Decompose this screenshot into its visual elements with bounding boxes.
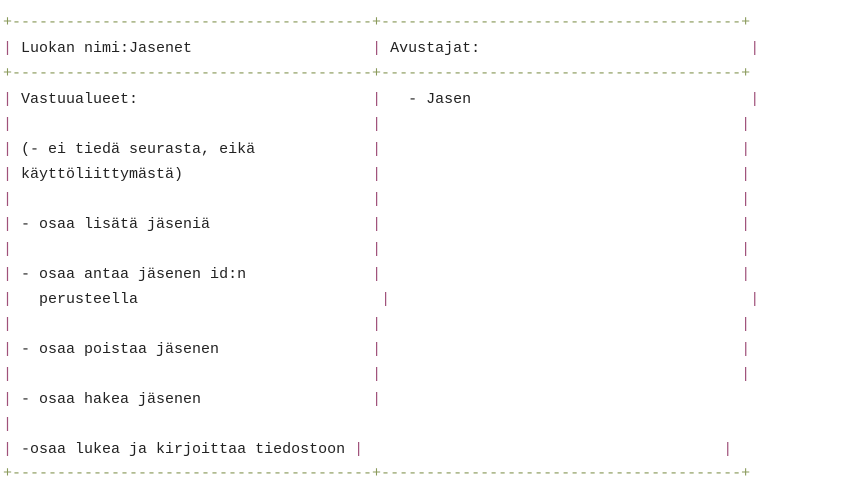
- blank-row: | | |: [3, 116, 751, 133]
- bottom-border: +---------------------------------------…: [3, 465, 751, 482]
- blank-row: | | |: [3, 191, 751, 208]
- header-separator: +---------------------------------------…: [3, 65, 751, 82]
- collaborators-label: Avustajat:: [390, 40, 481, 57]
- responsibility-text: - osaa lisätä jäseniä: [21, 216, 211, 233]
- responsibility-item: | perusteella | |: [3, 291, 760, 308]
- responsibility-item: | - osaa poistaa jäsenen | |: [3, 341, 751, 358]
- collaborator-item: - Jasen: [390, 91, 472, 108]
- responsibility-item: | -osaa lukea ja kirjoittaa tiedostoon |…: [3, 441, 733, 458]
- blank-row: | | |: [3, 241, 751, 258]
- responsibility-item: | - osaa lisätä jäseniä | |: [3, 216, 751, 233]
- blank-row: |: [3, 416, 13, 433]
- responsibility-item: | käyttöliittymästä) | |: [3, 166, 751, 183]
- responsibility-item: | (- ei tiedä seurasta, eikä | |: [3, 141, 751, 158]
- responsibility-text: käyttöliittymästä): [21, 166, 184, 183]
- class-name: Luokan nimi:Jasenet: [21, 40, 193, 57]
- responsibility-item: | - osaa hakea jäsenen |: [3, 391, 382, 408]
- header-row: | Luokan nimi:Jasenet | Avustajat: |: [3, 40, 760, 57]
- blank-row: | | |: [3, 316, 751, 333]
- responsibility-text: -osaa lukea ja kirjoittaa tiedostoon: [21, 441, 346, 458]
- responsibility-text: - osaa antaa jäsenen id:n: [21, 266, 247, 283]
- responsibilities-label: Vastuualueet:: [21, 91, 139, 108]
- responsibilities-header-row: | Vastuualueet: | - Jasen |: [3, 91, 760, 108]
- blank-row: | | |: [3, 366, 751, 383]
- responsibility-text: - osaa hakea jäsenen: [21, 391, 202, 408]
- top-border: +---------------------------------------…: [3, 14, 751, 31]
- responsibility-text: - osaa poistaa jäsenen: [21, 341, 220, 358]
- responsibility-item: | - osaa antaa jäsenen id:n | |: [3, 266, 751, 283]
- crc-card: +---------------------------------------…: [0, 0, 862, 490]
- responsibility-text: perusteella: [21, 291, 139, 308]
- responsibility-text: (- ei tiedä seurasta, eikä: [21, 141, 256, 158]
